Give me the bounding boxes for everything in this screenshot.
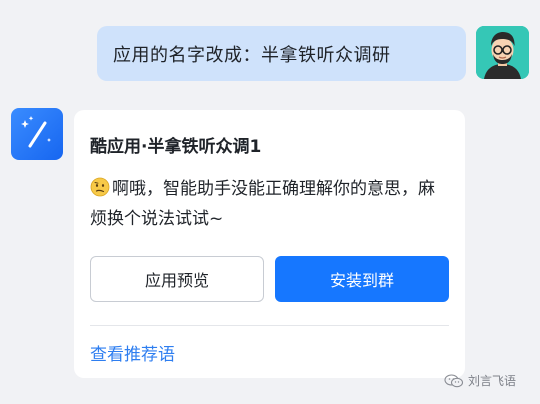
wechat-icon: [444, 373, 464, 387]
card-divider: [90, 325, 449, 326]
user-avatar-image: [476, 26, 529, 79]
app-preview-button-label: 应用预览: [144, 271, 209, 290]
user-avatar[interactable]: [476, 26, 529, 79]
install-to-group-button-label: 安装到群: [329, 271, 394, 290]
user-message-bubble: 应用的名字改成：半拿铁听众调研: [97, 26, 466, 81]
confused-face-icon: [90, 177, 110, 197]
view-recommendations-link[interactable]: 查看推荐语: [90, 340, 175, 365]
app-preview-button[interactable]: 应用预览: [90, 256, 264, 302]
bot-avatar[interactable]: [11, 108, 63, 160]
magic-wand-icon: [21, 116, 51, 148]
user-message-text: 应用的名字改成：半拿铁听众调研: [113, 44, 391, 66]
install-to-group-button[interactable]: 安装到群: [275, 256, 449, 302]
bot-reply-card: 酷应用·半拿铁听众调1 啊哦，智能助手没能正确理解你的意思，麻烦换个说法试试~ …: [74, 110, 465, 378]
card-message: 啊哦，智能助手没能正确理解你的意思，麻烦换个说法试试~: [90, 174, 450, 234]
card-message-text: 啊哦，智能助手没能正确理解你的意思，麻烦换个说法试试~: [90, 179, 435, 229]
watermark: 刘言飞语: [444, 372, 516, 389]
watermark-text: 刘言飞语: [468, 374, 517, 388]
card-title: 酷应用·半拿铁听众调1: [90, 137, 262, 157]
